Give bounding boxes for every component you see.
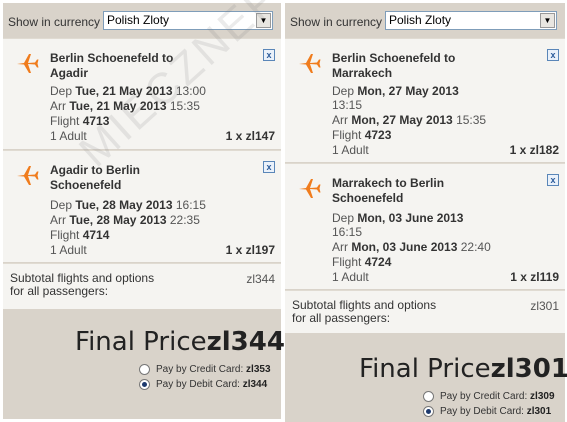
chevron-down-icon[interactable]: ▼	[256, 13, 271, 28]
flight-number-line: Flight 4723	[332, 128, 392, 142]
credit-radio[interactable]	[423, 391, 434, 402]
flight-route: Marrakech to Berlin Schoenefeld	[332, 176, 445, 205]
currency-select[interactable]: Polish Zloty ▼	[103, 11, 273, 30]
arrival-line: Arr Tue, 21 May 2013 15:35	[50, 99, 200, 113]
credit-radio[interactable]	[139, 364, 150, 375]
flight-route: Agadir to Berlin Schoenefeld	[50, 163, 141, 192]
pay-credit-option[interactable]: Pay by Credit Card: zl309	[423, 391, 555, 402]
flight-price: 1 x zl197	[225, 243, 275, 257]
final-price: Final Pricezl344	[75, 327, 285, 357]
arrival-line: Arr Mon, 03 June 2013 22:40	[332, 240, 491, 254]
departure-time: 13:15	[332, 98, 363, 112]
flight-number-line: Flight 4713	[50, 114, 110, 128]
subtotal-box: Subtotal flights and options for all pass…	[3, 263, 281, 309]
currency-select[interactable]: Polish Zloty ▼	[385, 11, 557, 30]
airplane-icon	[299, 179, 321, 198]
subtotal-box: Subtotal flights and options for all pass…	[285, 290, 565, 333]
currency-bar: Show in currency Polish Zloty ▼	[3, 3, 281, 36]
debit-radio[interactable]	[423, 406, 434, 417]
flight-item: Agadir to Berlin Schoenefeld x Dep Tue, 2…	[3, 150, 281, 262]
flight-item: Marrakech to Berlin Schoenefeld x Dep Mon…	[285, 163, 565, 289]
subtotal-label: Subtotal flights and options for all pass…	[292, 298, 437, 325]
flight-price: 1 x zl182	[509, 143, 559, 157]
pay-debit-option[interactable]: Pay by Debit Card: zl301	[423, 406, 551, 417]
passenger-count: 1 Adult	[50, 243, 87, 257]
booking-summary-left: Show in currency Polish Zloty ▼ Berlin S…	[3, 3, 285, 419]
departure-line: Dep Mon, 27 May 2013	[332, 84, 459, 98]
departure-time: 16:15	[332, 225, 363, 239]
chevron-down-icon[interactable]: ▼	[540, 13, 555, 28]
flight-route: Berlin Schoenefeld to Agadir	[50, 51, 174, 80]
passenger-count: 1 Adult	[332, 270, 369, 284]
subtotal-amount: zl344	[246, 272, 275, 286]
currency-select-value: Polish Zloty	[389, 13, 452, 27]
close-icon[interactable]: x	[547, 49, 559, 61]
flight-route: Berlin Schoenefeld to Marrakech	[332, 51, 456, 80]
flight-item: Berlin Schoenefeld to Agadir x Dep Tue, 2…	[3, 38, 281, 149]
subtotal-label: Subtotal flights and options for all pass…	[10, 271, 155, 298]
currency-label: Show in currency	[290, 15, 383, 29]
flight-price: 1 x zl147	[225, 129, 275, 143]
close-icon[interactable]: x	[263, 49, 275, 61]
departure-line: Dep Tue, 28 May 2013 16:15	[50, 198, 206, 212]
close-icon[interactable]: x	[547, 174, 559, 186]
passenger-count: 1 Adult	[50, 129, 87, 143]
arrival-line: Arr Mon, 27 May 2013 15:35	[332, 113, 487, 127]
airplane-icon	[299, 54, 321, 73]
pay-debit-option[interactable]: Pay by Debit Card: zl344	[139, 379, 267, 390]
flight-number-line: Flight 4724	[332, 255, 392, 269]
departure-line: Dep Mon, 03 June 2013	[332, 211, 464, 225]
flight-number-line: Flight 4714	[50, 228, 110, 242]
final-price: Final Pricezl301	[359, 354, 567, 384]
flight-price: 1 x zl119	[510, 270, 559, 284]
pay-credit-option[interactable]: Pay by Credit Card: zl353	[139, 364, 271, 375]
departure-line: Dep Tue, 21 May 2013 13:00	[50, 84, 206, 98]
currency-select-value: Polish Zloty	[107, 13, 170, 27]
currency-bar: Show in currency Polish Zloty ▼	[285, 3, 565, 36]
currency-label: Show in currency	[8, 15, 101, 29]
subtotal-amount: zl301	[530, 299, 559, 313]
arrival-line: Arr Tue, 28 May 2013 22:35	[50, 213, 200, 227]
airplane-icon	[17, 166, 39, 185]
flight-item: Berlin Schoenefeld to Marrakech x Dep Mon…	[285, 38, 565, 162]
airplane-icon	[17, 54, 39, 73]
booking-summary-right: Show in currency Polish Zloty ▼ Berlin S…	[285, 3, 567, 422]
debit-radio[interactable]	[139, 379, 150, 390]
passenger-count: 1 Adult	[332, 143, 369, 157]
close-icon[interactable]: x	[263, 161, 275, 173]
